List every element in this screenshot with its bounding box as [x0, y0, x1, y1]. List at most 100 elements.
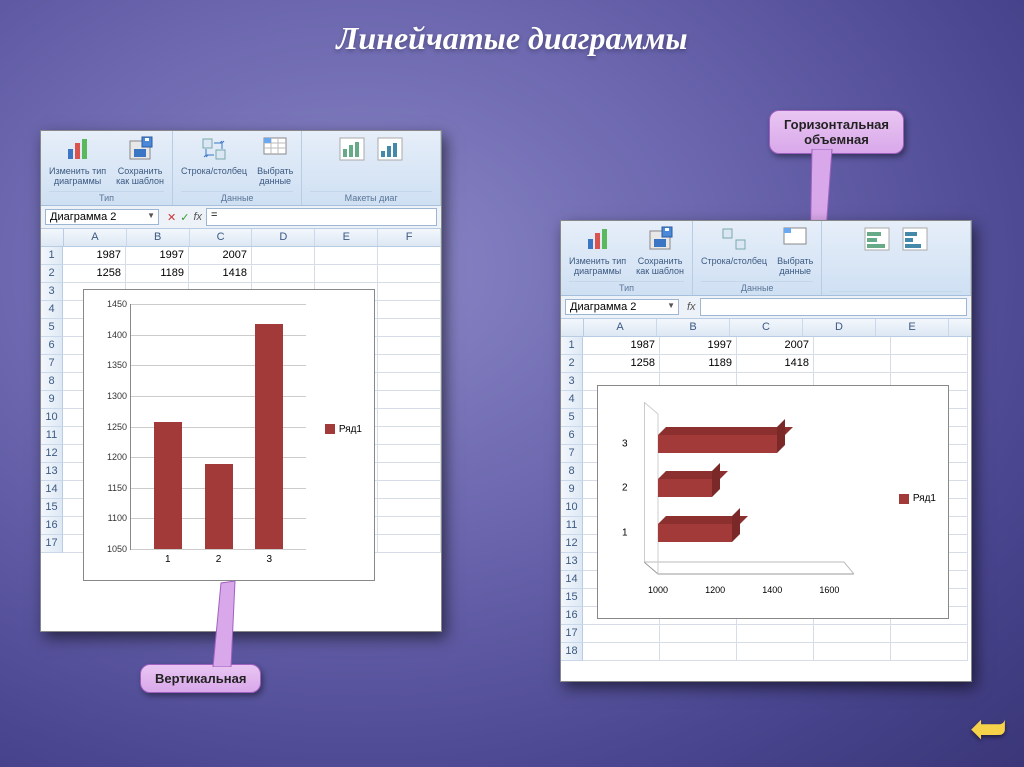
row-header[interactable]: 1	[41, 247, 63, 265]
row-header[interactable]: 5	[561, 409, 583, 427]
cell[interactable]	[891, 643, 968, 661]
cell[interactable]	[660, 643, 737, 661]
row-header[interactable]: 13	[561, 553, 583, 571]
row-header[interactable]: 7	[41, 355, 63, 373]
cell[interactable]	[891, 625, 968, 643]
col-header[interactable]: B	[127, 229, 190, 246]
row-header[interactable]: 9	[561, 481, 583, 499]
row-header[interactable]: 14	[41, 481, 63, 499]
cell[interactable]	[583, 643, 660, 661]
cell[interactable]	[737, 643, 814, 661]
cell[interactable]: 1189	[126, 265, 189, 283]
cell[interactable]: 1418	[737, 355, 814, 373]
cancel-icon[interactable]: ✕	[167, 211, 176, 224]
row-header[interactable]: 8	[561, 463, 583, 481]
chart-vertical[interactable]: 105011001150120012501300135014001450123 …	[83, 289, 375, 581]
formula-input[interactable]: =	[206, 208, 437, 226]
cell[interactable]	[891, 337, 968, 355]
cell[interactable]	[252, 247, 315, 265]
row-header[interactable]: 16	[41, 517, 63, 535]
row-header[interactable]: 2	[561, 355, 583, 373]
col-header[interactable]: A	[584, 319, 657, 336]
cell[interactable]	[737, 625, 814, 643]
layout-thumb-icon[interactable]	[863, 225, 891, 253]
cell[interactable]	[378, 247, 441, 265]
switch-row-col-button[interactable]: Строка/столбец	[701, 225, 767, 266]
col-header[interactable]: E	[315, 229, 378, 246]
row-header[interactable]: 17	[561, 625, 583, 643]
row-header[interactable]: 3	[41, 283, 63, 301]
chart-horizontal-3d[interactable]: 1000120014001600123 Ряд1	[597, 385, 949, 619]
cell[interactable]	[891, 355, 968, 373]
cell[interactable]	[378, 391, 441, 409]
layout-thumb-icon[interactable]	[376, 135, 404, 163]
col-header[interactable]: B	[657, 319, 730, 336]
cell[interactable]	[378, 427, 441, 445]
save-template-button[interactable]: Сохранить как шаблон	[116, 135, 164, 186]
cell[interactable]	[378, 373, 441, 391]
row-header[interactable]: 2	[41, 265, 63, 283]
cell[interactable]	[378, 283, 441, 301]
row-header[interactable]: 11	[41, 427, 63, 445]
row-header[interactable]: 10	[561, 499, 583, 517]
cell[interactable]: 1258	[63, 265, 126, 283]
row-header[interactable]: 16	[561, 607, 583, 625]
cell[interactable]: 1997	[660, 337, 737, 355]
col-header[interactable]: C	[190, 229, 253, 246]
layout-thumb-icon[interactable]	[338, 135, 366, 163]
col-header[interactable]: F	[378, 229, 441, 246]
cell[interactable]	[378, 535, 441, 553]
row-header[interactable]: 6	[561, 427, 583, 445]
select-all-corner[interactable]	[561, 319, 584, 336]
cell[interactable]	[660, 625, 737, 643]
select-all-corner[interactable]	[41, 229, 64, 246]
col-header[interactable]: D	[803, 319, 876, 336]
row-header[interactable]: 12	[561, 535, 583, 553]
cell[interactable]: 1189	[660, 355, 737, 373]
accept-icon[interactable]: ✓	[180, 211, 189, 224]
row-header[interactable]: 5	[41, 319, 63, 337]
name-box[interactable]: Диаграмма 2	[45, 209, 159, 225]
cell[interactable]	[378, 319, 441, 337]
cell[interactable]	[252, 265, 315, 283]
change-chart-type-button[interactable]: Изменить тип диаграммы	[569, 225, 626, 276]
col-header[interactable]: D	[252, 229, 315, 246]
row-header[interactable]: 6	[41, 337, 63, 355]
row-header[interactable]: 12	[41, 445, 63, 463]
cell[interactable]	[814, 355, 891, 373]
row-header[interactable]: 10	[41, 409, 63, 427]
row-header[interactable]: 17	[41, 535, 63, 553]
row-header[interactable]: 15	[41, 499, 63, 517]
cell[interactable]	[378, 463, 441, 481]
cell[interactable]	[583, 625, 660, 643]
formula-input[interactable]	[700, 298, 967, 316]
cell[interactable]	[378, 517, 441, 535]
save-template-button[interactable]: Сохранить как шаблон	[636, 225, 684, 276]
col-header[interactable]: A	[64, 229, 127, 246]
cell[interactable]	[315, 247, 378, 265]
cell[interactable]	[814, 625, 891, 643]
cell[interactable]	[814, 337, 891, 355]
cell[interactable]	[378, 355, 441, 373]
select-data-button[interactable]: Выбрать данные	[257, 135, 293, 186]
switch-row-col-button[interactable]: Строка/столбец	[181, 135, 247, 176]
row-header[interactable]: 11	[561, 517, 583, 535]
row-header[interactable]: 9	[41, 391, 63, 409]
cell[interactable]	[378, 265, 441, 283]
cell[interactable]: 2007	[189, 247, 252, 265]
row-header[interactable]: 1	[561, 337, 583, 355]
cell[interactable]	[378, 481, 441, 499]
cell[interactable]: 1418	[189, 265, 252, 283]
row-header[interactable]: 7	[561, 445, 583, 463]
row-header[interactable]: 4	[561, 391, 583, 409]
row-header[interactable]: 18	[561, 643, 583, 661]
row-header[interactable]: 3	[561, 373, 583, 391]
cell[interactable]	[378, 409, 441, 427]
cell[interactable]	[814, 643, 891, 661]
cell[interactable]	[378, 337, 441, 355]
cell[interactable]: 1987	[63, 247, 126, 265]
cell[interactable]	[378, 499, 441, 517]
cell[interactable]: 2007	[737, 337, 814, 355]
cell[interactable]	[315, 265, 378, 283]
layout-thumb-icon[interactable]	[901, 225, 929, 253]
